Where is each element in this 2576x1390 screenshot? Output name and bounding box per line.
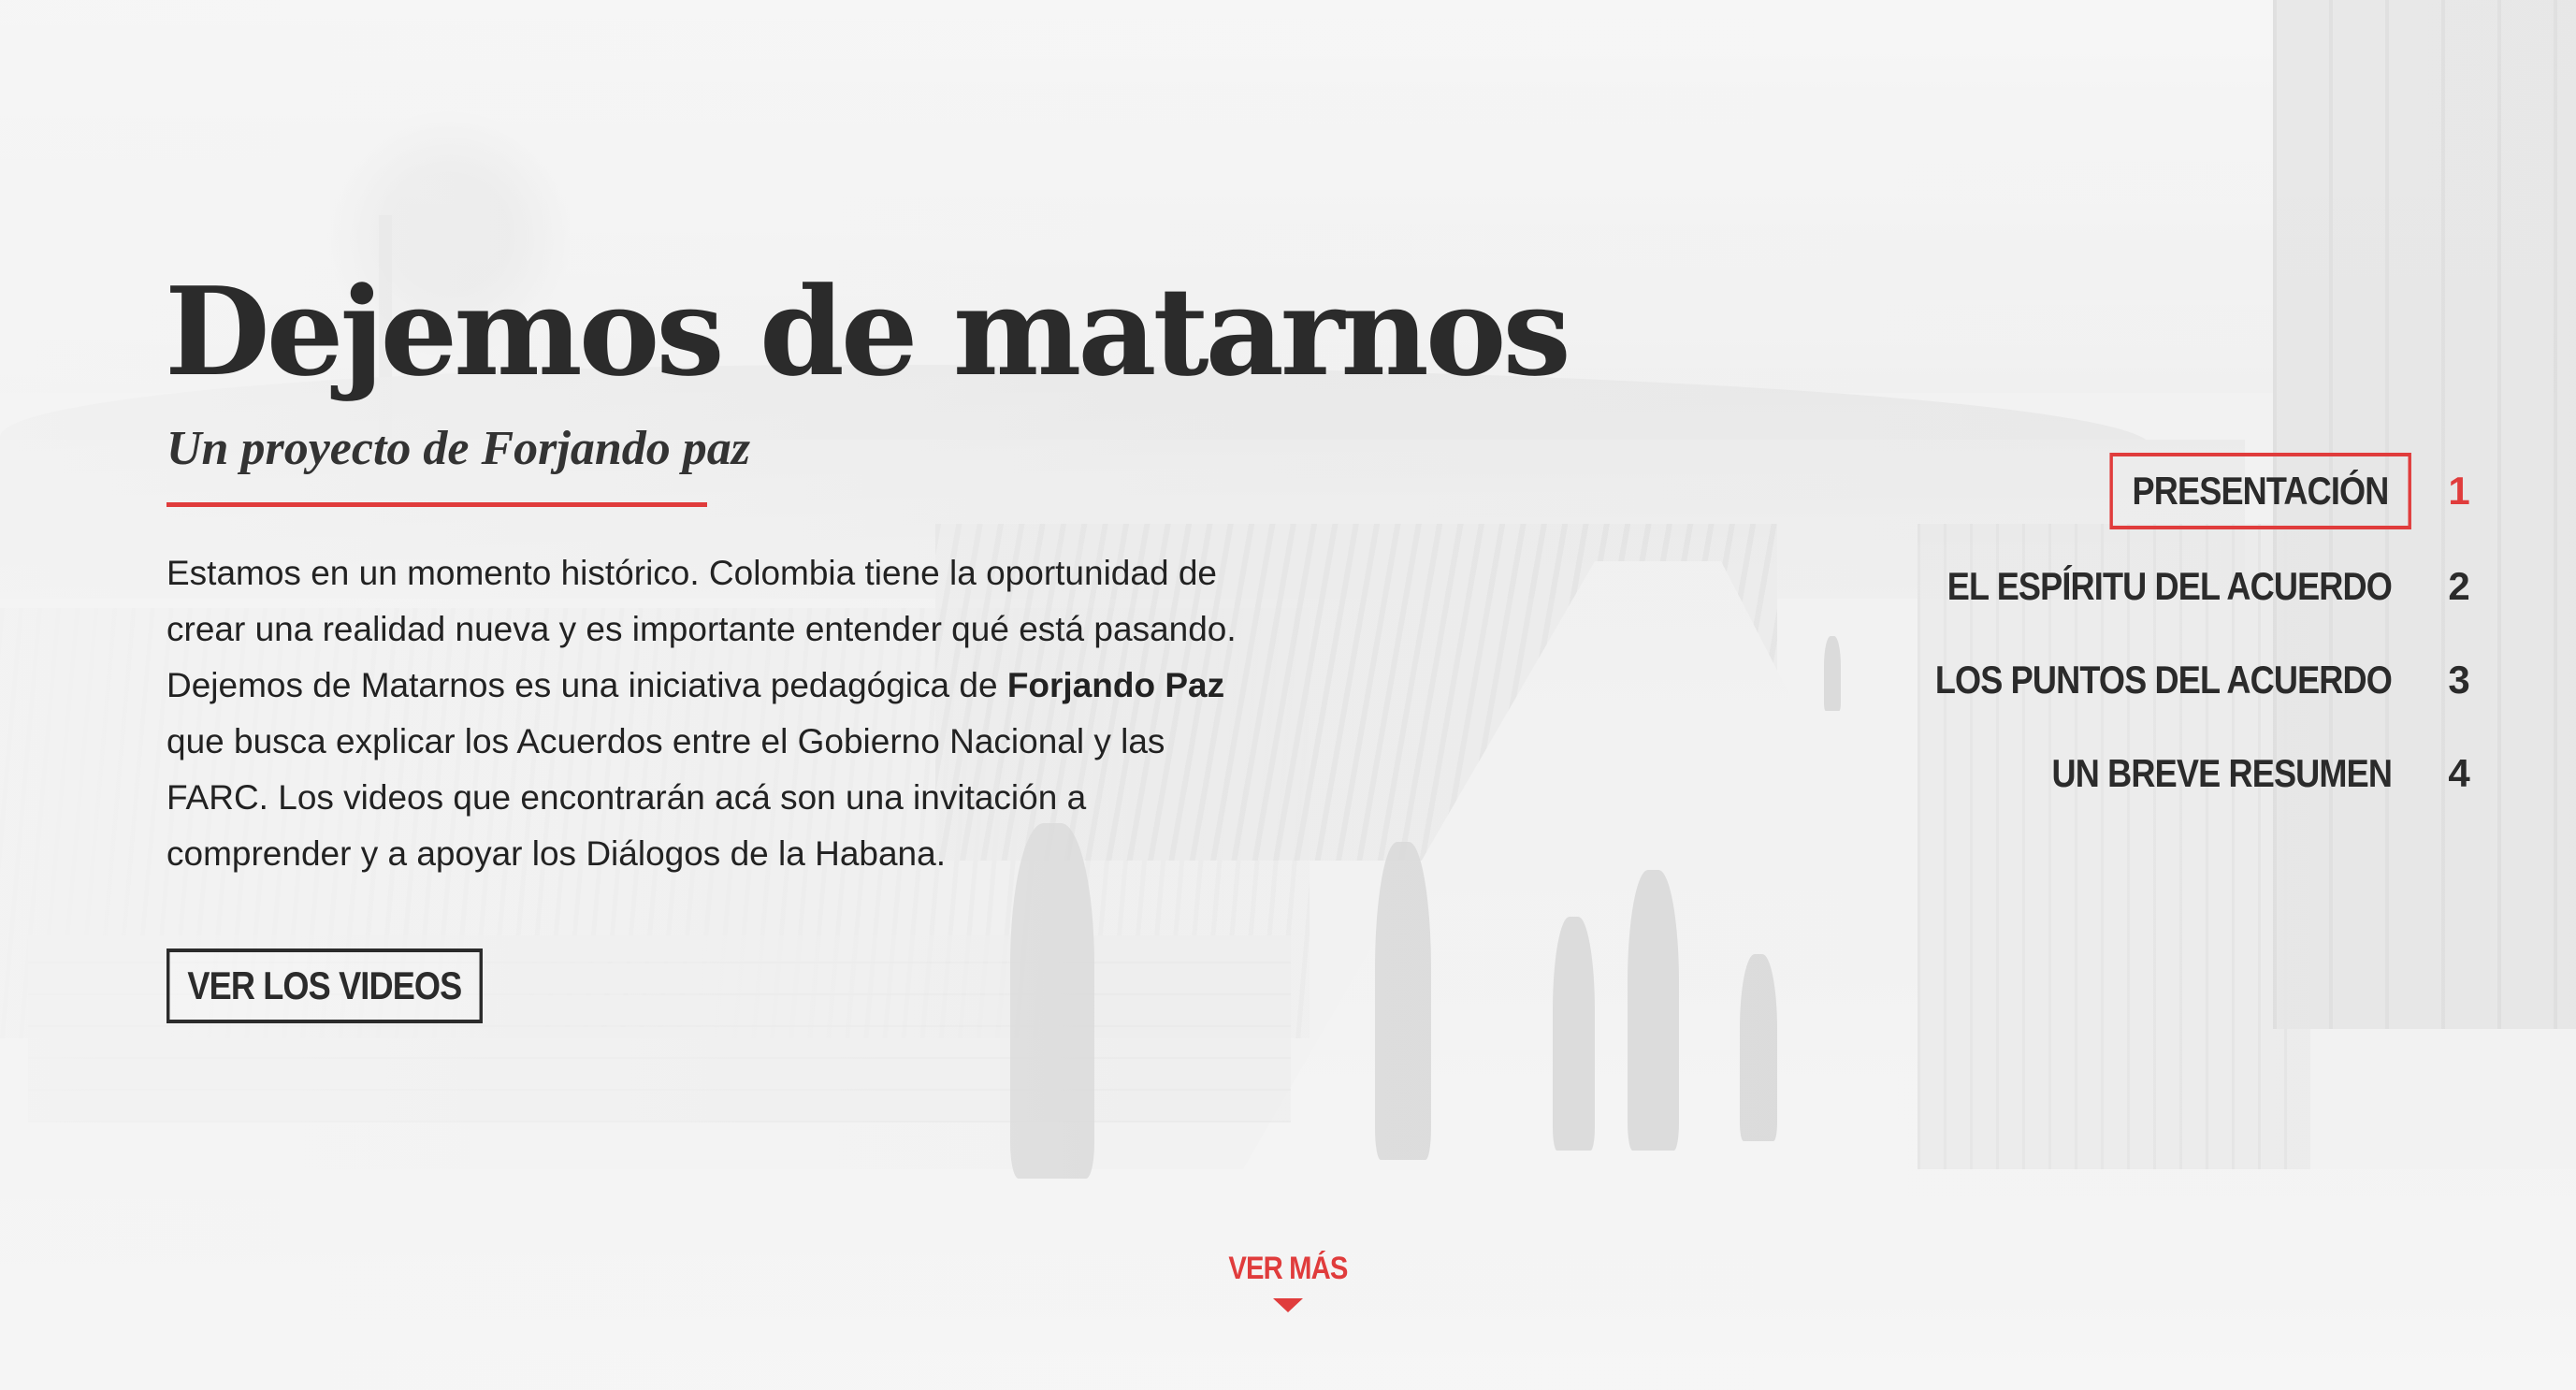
nav-number-1[interactable]: 1 [2445,453,2473,529]
intro-text-end: que busca explicar los Acuerdos entre el… [166,722,1165,873]
intro-bold-organization: Forjando Paz [1006,666,1225,704]
nav-item-label: EL ESPÍRITU DEL ACUERDO [1947,564,2393,608]
intro-paragraph: Estamos en un momento histórico. Colombi… [166,545,1270,882]
landing-page: Dejemos de matarnos Un proyecto de Forja… [0,0,2576,1390]
caret-down-icon [1273,1298,1303,1312]
nav-item-label: UN BREVE RESUMEN [2051,751,2393,795]
nav-number-4[interactable]: 4 [2445,735,2473,812]
page-title: Dejemos de matarnos [165,260,1571,403]
see-more-label: VER MÁS [1228,1251,1348,1286]
page-subtitle: Un proyecto de Forjando paz [166,422,750,475]
see-more-link[interactable]: VER MÁS [1194,1248,1382,1312]
nav-item-label: PRESENTACIÓN [2109,453,2411,529]
watch-videos-button[interactable]: VER LOS VIDEOS [166,948,483,1023]
nav-item-label: LOS PUNTOS DEL ACUERDO [1935,658,2393,702]
accent-divider [166,502,707,507]
nav-number-2[interactable]: 2 [2445,548,2473,625]
nav-number-3[interactable]: 3 [2445,642,2473,718]
